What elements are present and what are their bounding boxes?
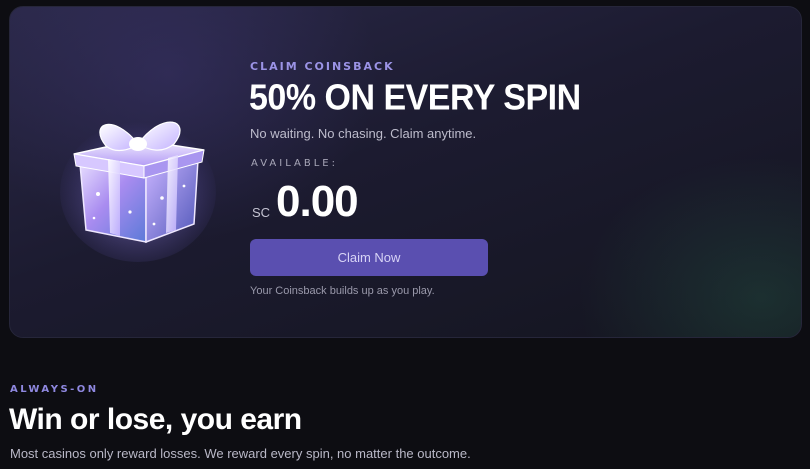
coinsback-note: Your Coinsback builds up as you play. — [250, 285, 435, 297]
coinsback-card: CLAIM COINSBACK 50% ON EVERY SPIN No wai… — [9, 6, 802, 338]
section-title: Win or lose, you earn — [9, 403, 302, 436]
promo-headline: 50% ON EVERY SPIN — [249, 78, 581, 118]
section-description: Most casinos only reward losses. We rewa… — [10, 446, 471, 461]
section-eyebrow: ALWAYS-ON — [10, 384, 99, 395]
promo-subtext: No waiting. No chasing. Claim anytime. — [250, 126, 477, 141]
available-amount: 0.00 — [276, 177, 359, 226]
available-label: AVAILABLE: — [251, 158, 338, 169]
promo-eyebrow: CLAIM COINSBACK — [250, 60, 395, 73]
claim-now-button[interactable]: Claim Now — [250, 239, 488, 276]
gift-box-icon — [60, 121, 216, 262]
currency-label: SC — [252, 205, 271, 220]
